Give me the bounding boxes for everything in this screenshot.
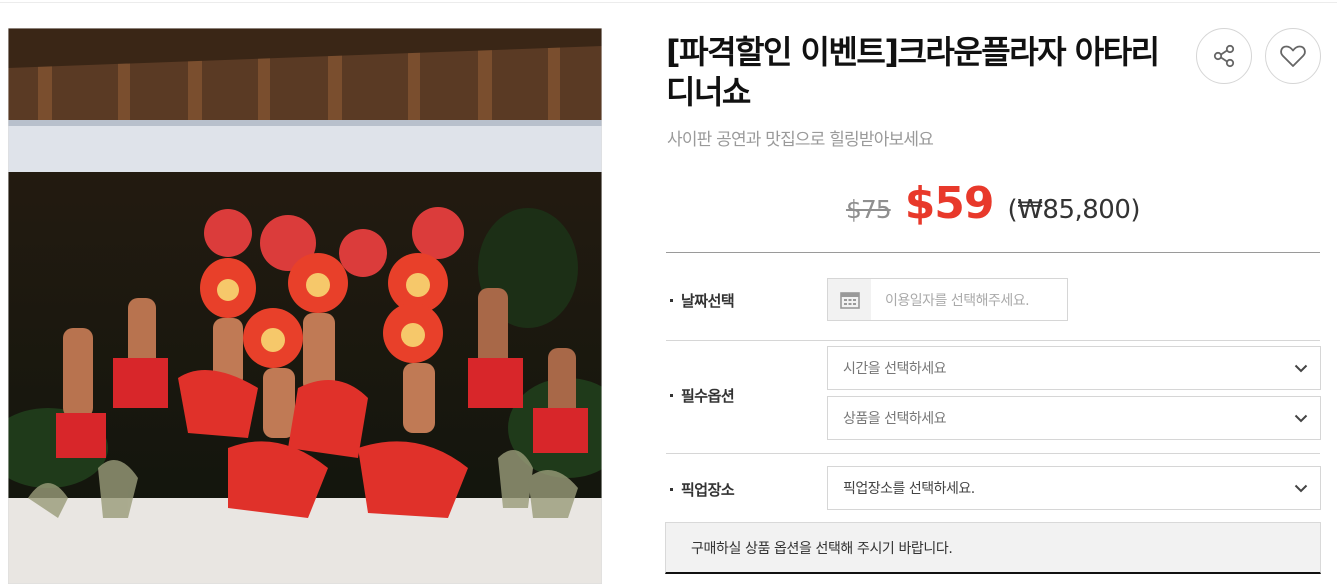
pickup-select[interactable]: 픽업장소를 선택하세요. <box>827 466 1321 510</box>
original-price: $75 <box>845 195 892 224</box>
product-subtitle: 사이판 공연과 맛집으로 힐링받아보세요 <box>667 130 934 150</box>
price-divider <box>666 252 1320 253</box>
pickup-select-value: 픽업장소를 선택하세요. <box>843 481 975 497</box>
options-divider <box>666 340 1320 341</box>
product-select-value: 상품을 선택하세요 <box>843 411 947 427</box>
calendar-icon <box>839 291 860 309</box>
price-row: $75 $59 (₩85,800) <box>666 178 1320 229</box>
pickup-label-text: 픽업장소 <box>681 481 735 499</box>
date-picker-field[interactable]: 이용일자를 선택해주세요. <box>827 278 1068 321</box>
share-icon <box>1213 44 1235 68</box>
product-image <box>8 28 602 584</box>
required-options-label-text: 필수옵션 <box>681 387 735 405</box>
product-select[interactable]: 상품을 선택하세요 <box>827 396 1321 440</box>
heart-icon <box>1280 45 1306 67</box>
chevron-down-icon <box>1294 414 1308 422</box>
pickup-label: 픽업장소 <box>670 479 735 500</box>
like-button[interactable] <box>1265 28 1321 84</box>
top-divider <box>0 2 1337 3</box>
sale-price: $59 <box>904 178 995 229</box>
calendar-button[interactable] <box>828 279 871 320</box>
bullet <box>670 488 673 491</box>
options-divider <box>666 453 1320 454</box>
chevron-down-icon <box>1294 364 1308 372</box>
time-select-value: 시간을 선택하세요 <box>843 361 947 377</box>
date-label-text: 날짜선택 <box>681 292 735 310</box>
chevron-down-icon <box>1294 484 1308 492</box>
date-placeholder: 이용일자를 선택해주세요. <box>885 292 1030 309</box>
date-label: 날짜선택 <box>670 290 735 311</box>
bullet <box>670 299 673 302</box>
option-notice: 구매하실 상품 옵션을 선택해 주시기 바랍니다. <box>665 522 1321 574</box>
krw-price: (₩85,800) <box>1007 195 1141 225</box>
product-title: [파격할인 이벤트]크라운플라자 아타리 디너쇼 <box>666 33 1160 111</box>
bullet <box>670 394 673 397</box>
required-options-label: 필수옵션 <box>670 385 735 406</box>
time-select[interactable]: 시간을 선택하세요 <box>827 346 1321 390</box>
share-button[interactable] <box>1196 28 1252 84</box>
